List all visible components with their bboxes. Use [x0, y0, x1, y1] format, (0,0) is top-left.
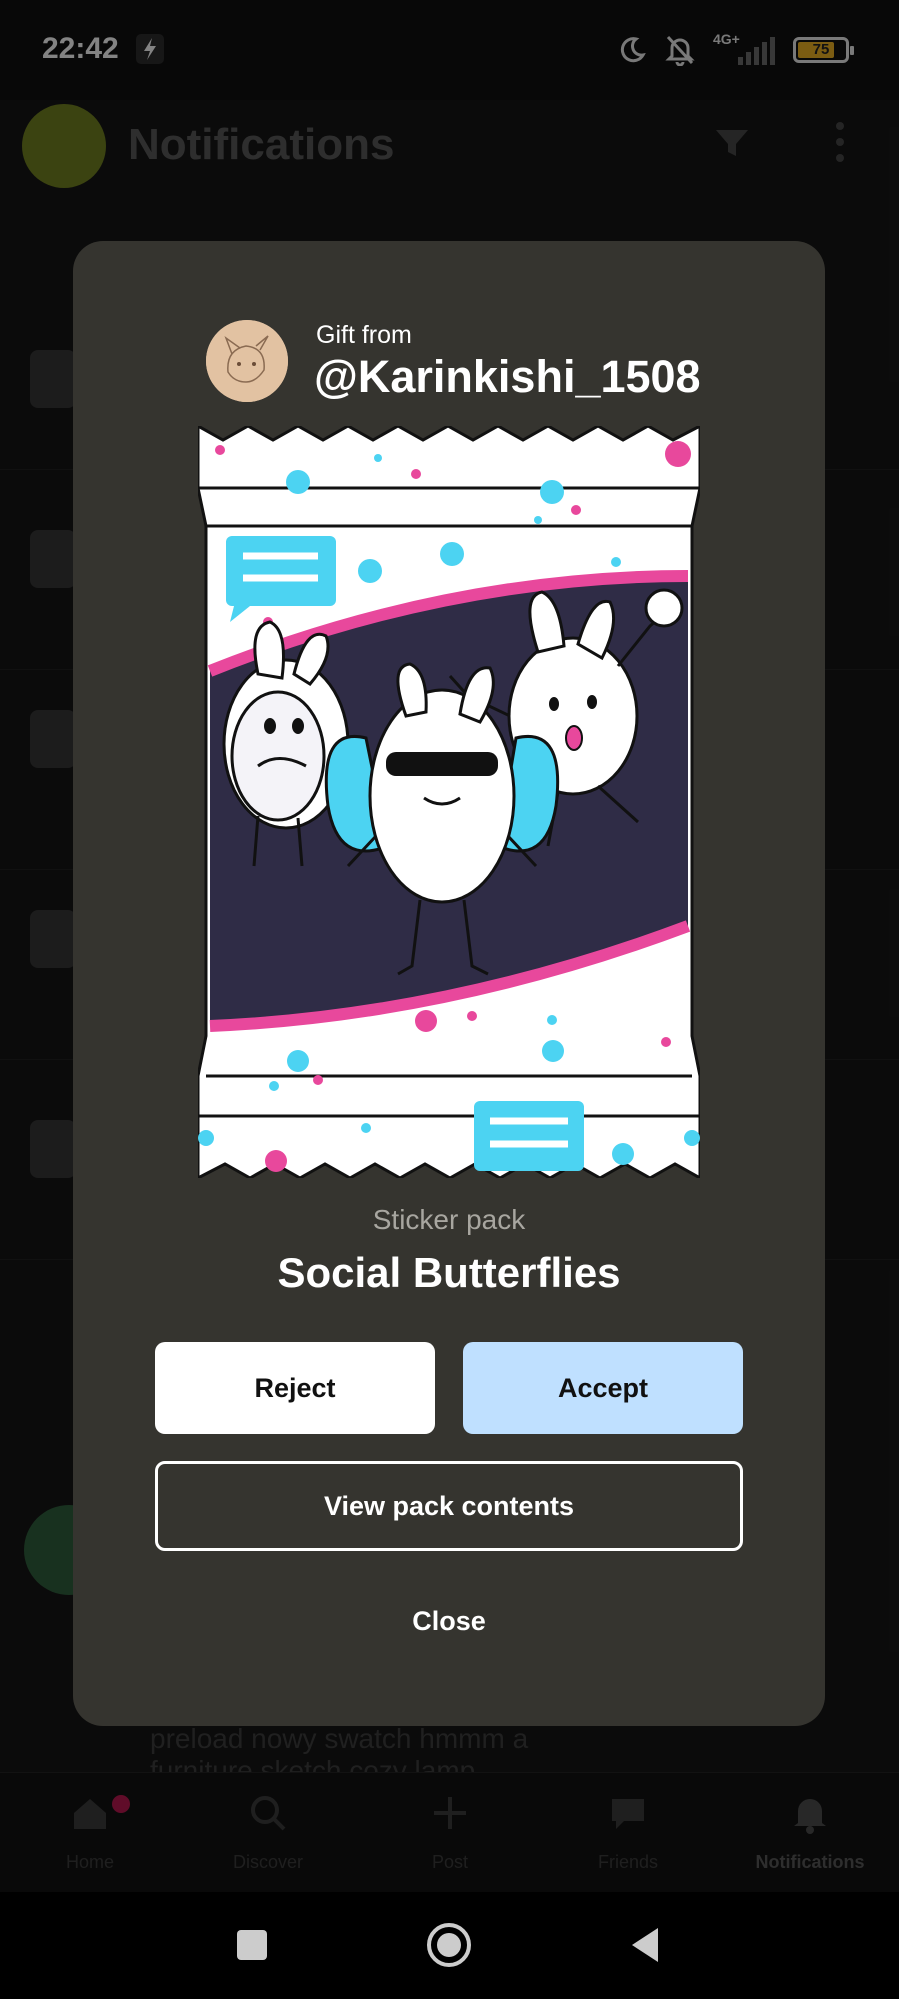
view-pack-contents-button[interactable]: View pack contents	[155, 1461, 743, 1551]
home-button-icon[interactable]	[424, 1920, 474, 1970]
back-icon[interactable]	[622, 1920, 672, 1970]
gift-from-label: Gift from	[316, 321, 412, 349]
sender-username[interactable]: @Karinkishi_1508	[314, 351, 701, 403]
pack-name: Social Butterflies	[277, 1249, 621, 1296]
gift-dialog: Gift from @Karinkishi_1508 Sticker pack …	[73, 241, 825, 1726]
pack-type-label: Sticker pack	[372, 1204, 526, 1235]
close-button[interactable]: Close	[273, 1581, 625, 1661]
sticker-pack-image	[198, 426, 700, 1178]
sender-avatar	[206, 320, 288, 402]
accept-button[interactable]: Accept	[463, 1342, 743, 1434]
system-navigation-bar	[0, 1892, 899, 1999]
reject-button[interactable]: Reject	[155, 1342, 435, 1434]
recent-apps-icon[interactable]	[227, 1920, 277, 1970]
